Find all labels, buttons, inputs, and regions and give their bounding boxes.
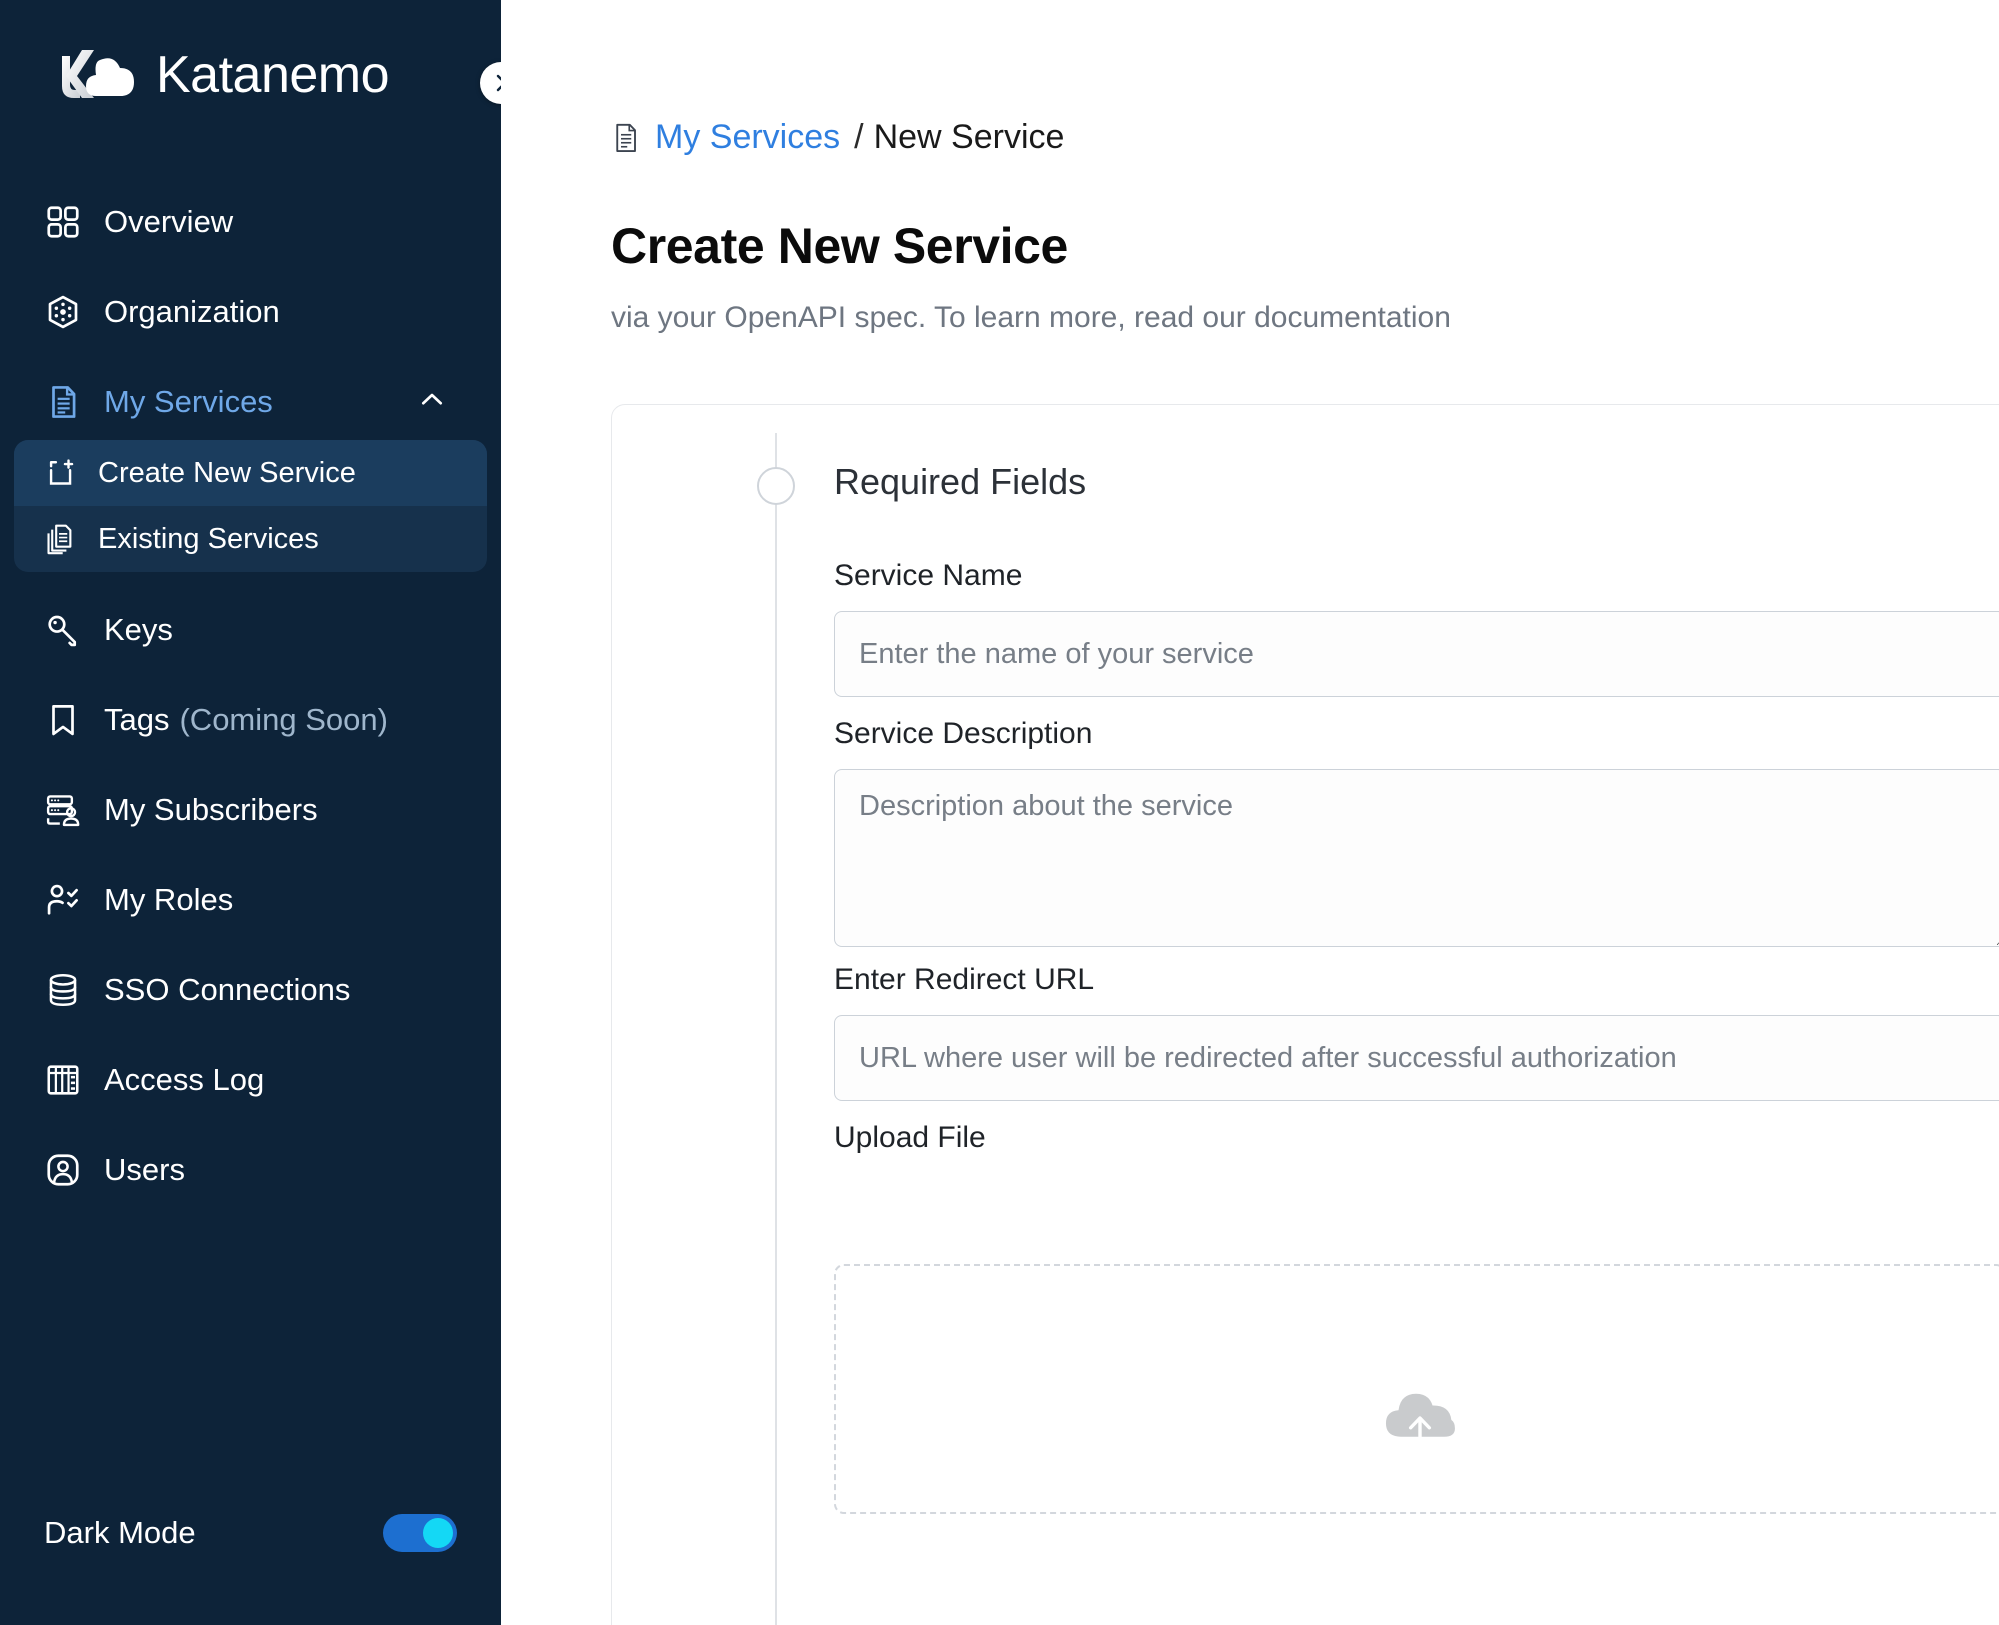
- katanemo-cloud-logo-icon: [44, 40, 140, 110]
- field-label: Service Description: [834, 717, 1093, 750]
- sidebar-item-note: (Coming Soon): [179, 702, 388, 737]
- breadcrumb-separator: /: [854, 118, 864, 156]
- document-icon: [44, 383, 90, 421]
- sidebar-item-label: My Roles: [104, 882, 234, 917]
- sidebar-item-keys[interactable]: Keys: [14, 598, 487, 662]
- user-check-icon: [44, 881, 90, 919]
- file-plus-icon: [44, 456, 84, 490]
- create-service-card: Required Fields Service Name Service Des…: [611, 404, 1999, 1625]
- breadcrumb: My Services / New Service: [611, 118, 1999, 157]
- sidebar-item-sso-connections[interactable]: SSO Connections: [14, 958, 487, 1022]
- redirect-url-input[interactable]: [834, 1015, 1999, 1101]
- field-redirect-url: Enter Redirect URL: [834, 963, 1999, 1101]
- sidebar-item-tags[interactable]: Tags (Coming Soon): [14, 688, 487, 752]
- table-icon: [44, 1061, 90, 1099]
- field-service-description: Service Description: [834, 717, 1999, 952]
- timeline-rail: [775, 433, 777, 1625]
- key-icon: [44, 611, 90, 649]
- sidebar: Katanemo Overview Organization My Servic…: [0, 0, 501, 1625]
- breadcrumb-current: New Service: [873, 118, 1065, 156]
- sidebar-item-my-services[interactable]: My Services: [14, 370, 487, 434]
- chevron-right-icon: [496, 74, 501, 92]
- sidebar-item-users[interactable]: Users: [14, 1138, 487, 1202]
- sidebar-item-my-subscribers[interactable]: My Subscribers: [14, 778, 487, 842]
- sidebar-item-label: My Subscribers: [104, 792, 318, 827]
- file-upload-dropzone[interactable]: [834, 1264, 1999, 1514]
- breadcrumb-link-my-services[interactable]: My Services: [655, 118, 840, 157]
- user-circle-icon: [44, 1151, 90, 1189]
- sidebar-item-label: Tags: [104, 702, 170, 737]
- server-user-icon: [44, 791, 90, 829]
- sidebar-item-label: SSO Connections: [104, 972, 351, 1007]
- hexagon-nodes-icon: [44, 293, 90, 331]
- service-description-textarea[interactable]: [834, 769, 1999, 947]
- brand-header: Katanemo: [0, 0, 501, 150]
- dark-mode-toggle[interactable]: [383, 1514, 457, 1552]
- sidebar-item-create-new-service[interactable]: Create New Service: [14, 440, 487, 506]
- field-label: Service Name: [834, 559, 1023, 592]
- sidebar-item-label: My Services: [104, 384, 273, 419]
- sidebar-item-label: Users: [104, 1152, 185, 1187]
- page-subtitle: via your OpenAPI spec. To learn more, re…: [611, 301, 1451, 334]
- sidebar-item-label: Access Log: [104, 1062, 265, 1097]
- sidebar-item-label: Keys: [104, 612, 173, 647]
- field-upload-file: Upload File: [834, 1121, 1999, 1173]
- sidebar-item-existing-services[interactable]: Existing Services: [14, 506, 487, 572]
- documents-stack-icon: [44, 522, 84, 556]
- sidebar-item-access-log[interactable]: Access Log: [14, 1048, 487, 1112]
- database-icon: [44, 971, 90, 1009]
- dark-mode-row: Dark Mode: [0, 1503, 501, 1563]
- timeline-step-marker: [757, 467, 795, 505]
- cloud-upload-icon: [1377, 1381, 1463, 1458]
- sidebar-subitem-label: Create New Service: [98, 456, 356, 489]
- toggle-knob: [423, 1518, 453, 1548]
- chevron-up-icon[interactable]: [417, 385, 447, 420]
- main-content: My Services / New Service Create New Ser…: [501, 0, 1999, 1625]
- sidebar-item-overview[interactable]: Overview: [14, 190, 487, 254]
- sidebar-item-my-roles[interactable]: My Roles: [14, 868, 487, 932]
- field-service-name: Service Name: [834, 559, 1999, 697]
- dark-mode-label: Dark Mode: [44, 1515, 196, 1550]
- service-name-input[interactable]: [834, 611, 1999, 697]
- field-label: Enter Redirect URL: [834, 963, 1095, 996]
- sidebar-subitem-label: Existing Services: [98, 522, 319, 555]
- sidebar-item-label: Organization: [104, 294, 280, 329]
- sidebar-nav: Overview Organization My Services Create…: [0, 190, 501, 1202]
- sidebar-item-label: Overview: [104, 204, 234, 239]
- grid-icon: [44, 203, 90, 241]
- bookmark-icon: [44, 701, 90, 739]
- sidebar-submenu-my-services: Create New Service Existing Services: [14, 440, 487, 572]
- field-label: Upload File: [834, 1121, 986, 1154]
- document-icon: [611, 121, 641, 155]
- brand-name: Katanemo: [156, 46, 390, 104]
- section-title-required-fields: Required Fields: [834, 461, 1087, 502]
- page-title: Create New Service: [611, 218, 1068, 274]
- sidebar-item-organization[interactable]: Organization: [14, 280, 487, 344]
